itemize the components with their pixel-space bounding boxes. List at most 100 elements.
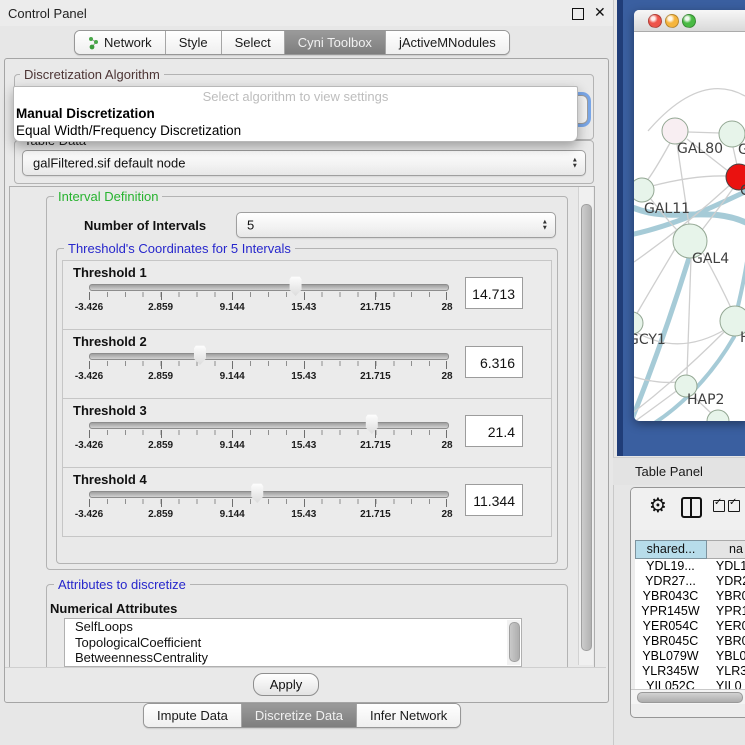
tick-label: 28 (441, 371, 452, 382)
tab-select[interactable]: Select (221, 31, 284, 54)
column-header-name[interactable]: na (707, 540, 745, 559)
cell[interactable]: YER054C (635, 619, 706, 634)
combobox-stepper-icon[interactable]: ▲ ▼ (572, 158, 578, 169)
close-traffic-light[interactable] (648, 14, 662, 28)
node-gcy1[interactable] (634, 312, 643, 334)
node-label-gcy1: GCY1 (634, 332, 666, 348)
table-row[interactable]: YLR345WYLR3 (635, 664, 745, 679)
interval-definition-title: Interval Definition (54, 189, 162, 204)
table-row[interactable]: YBR045CYBR0 (635, 634, 745, 649)
slider-track[interactable] (89, 284, 449, 291)
tab-discretize-data[interactable]: Discretize Data (241, 704, 356, 727)
cell[interactable]: YLR3 (706, 664, 745, 679)
table-data-combobox[interactable]: galFiltered.sif default node ▲ ▼ (22, 150, 586, 176)
tick-label: -3.426 (75, 509, 103, 520)
cell[interactable]: YBL0 (706, 649, 745, 664)
cell[interactable]: YLR345W (635, 664, 706, 679)
column-header-shared-name[interactable]: shared... (635, 540, 707, 559)
list-scrollbar-thumb[interactable] (509, 622, 520, 662)
dropdown-option-equal-width[interactable]: Equal Width/Frequency Discretization (16, 123, 241, 138)
cell[interactable]: YIL052C (635, 679, 706, 689)
node-label-hap2: HAP2 (687, 392, 724, 408)
minimize-traffic-light[interactable] (665, 14, 679, 28)
close-icon[interactable]: ✕ (594, 4, 606, 21)
tab-style[interactable]: Style (165, 31, 221, 54)
node-label-h: H (740, 330, 745, 346)
cell[interactable]: YBR0 (706, 589, 745, 604)
cell[interactable]: YDR2 (706, 574, 745, 589)
threshold-4-value-field[interactable]: 11.344 (465, 484, 523, 516)
vertical-scrollbar[interactable] (578, 187, 593, 665)
cell[interactable]: YDR27... (635, 574, 706, 589)
list-item[interactable]: TopologicalCoefficient (65, 635, 521, 651)
combobox-stepper-icon[interactable]: ▲ ▼ (542, 220, 548, 231)
node-gal11[interactable] (634, 178, 654, 202)
table-header-row: shared... na (635, 540, 745, 559)
cell[interactable]: YPR1 (706, 604, 745, 619)
table-row[interactable]: YDL19...YDL1 (635, 559, 745, 574)
tab-impute-data[interactable]: Impute Data (144, 704, 241, 727)
table-panel-title: Table Panel (635, 464, 703, 479)
checkbox-icon[interactable]: ✓ (713, 500, 725, 512)
tab-network[interactable]: Network (75, 31, 165, 54)
cell[interactable]: YER0 (706, 619, 745, 634)
zoom-traffic-light[interactable] (682, 14, 696, 28)
threshold-3-value-field[interactable]: 21.4 (465, 415, 523, 447)
threshold-4-slider[interactable]: -3.426 2.859 9.144 15.43 21.715 28 (89, 468, 447, 536)
table-row[interactable]: YPR145WYPR1 (635, 604, 745, 619)
control-panel-window: Control Panel ✕ Network Style Select (0, 0, 614, 745)
threshold-2-value-field[interactable]: 6.316 (465, 346, 523, 378)
network-window-titlebar[interactable] (634, 10, 745, 32)
threshold-coordinates-title: Threshold's Coordinates for 5 Intervals (64, 241, 295, 256)
cell[interactable]: YBR043C (635, 589, 706, 604)
vertical-scrollbar-thumb[interactable] (581, 204, 592, 651)
slider-major-ticks (89, 499, 447, 507)
list-item[interactable]: BetweennessCentrality (65, 650, 521, 666)
table-row[interactable]: YER054CYER0 (635, 619, 745, 634)
tab-jactivemodules[interactable]: jActiveMNodules (385, 31, 509, 54)
cell[interactable]: YDL19... (635, 559, 706, 574)
cell[interactable]: YBL079W (635, 649, 706, 664)
column-selector-icon[interactable] (681, 497, 702, 518)
slider-track[interactable] (89, 422, 449, 429)
slider-track[interactable] (89, 491, 449, 498)
dropdown-placeholder-item[interactable]: Select algorithm to view settings (14, 89, 577, 104)
cell[interactable]: YBR0 (706, 634, 745, 649)
network-canvas[interactable]: GAL80 GA GAL11 C GAL4 GCY1 H HAP2 (634, 32, 745, 421)
dropdown-option-manual[interactable]: Manual Discretization (16, 106, 155, 121)
screen: Control Panel ✕ Network Style Select (0, 0, 745, 745)
threshold-1-slider[interactable]: -3.426 2.859 9.144 15.43 21.715 28 (89, 261, 447, 329)
apply-button[interactable]: Apply (253, 673, 319, 696)
threshold-2-slider[interactable]: -3.426 2.859 9.144 15.43 21.715 28 (89, 330, 447, 398)
table-row[interactable]: YDR27...YDR2 (635, 574, 745, 589)
numerical-attributes-list[interactable]: SelfLoops TopologicalCoefficient Between… (64, 618, 522, 667)
horizontal-scrollbar-thumb[interactable] (637, 692, 743, 703)
tick-label: 2.859 (148, 440, 173, 451)
table-row[interactable]: YIL052CYIL0 (635, 679, 745, 689)
tab-infer-network[interactable]: Infer Network (356, 704, 460, 727)
cell[interactable]: YBR045C (635, 634, 706, 649)
threshold-3-slider[interactable]: -3.426 2.859 9.144 15.43 21.715 28 (89, 399, 447, 467)
gear-icon[interactable]: ⚙ (649, 496, 667, 516)
tab-infer-label: Infer Network (370, 708, 447, 723)
slider-track[interactable] (89, 353, 449, 360)
table-row[interactable]: YBL079WYBL0 (635, 649, 745, 664)
network-view-window: GAL80 GA GAL11 C GAL4 GCY1 H HAP2 (634, 10, 745, 421)
threshold-1-value-field[interactable]: 14.713 (465, 277, 523, 309)
tab-cyni-toolbox[interactable]: Cyni Toolbox (284, 31, 385, 54)
horizontal-scrollbar[interactable] (631, 689, 745, 704)
number-of-intervals-combobox[interactable]: 5 ▲ ▼ (236, 212, 556, 238)
cell[interactable]: YIL0 (706, 679, 745, 689)
list-item[interactable]: SelfLoops (65, 619, 521, 635)
float-window-icon[interactable] (572, 8, 584, 20)
stepper-down-icon[interactable]: ▼ (572, 163, 578, 169)
cell[interactable]: YPR145W (635, 604, 706, 619)
checkbox-icon[interactable]: ✓ (728, 500, 740, 512)
table-row[interactable]: YBR043CYBR0 (635, 589, 745, 604)
number-of-intervals-label: Number of Intervals (84, 218, 206, 233)
stepper-down-icon[interactable]: ▼ (542, 225, 548, 231)
list-scrollbar[interactable] (507, 620, 520, 665)
cell[interactable]: YDL1 (706, 559, 745, 574)
tick-label: 9.144 (220, 509, 245, 520)
threshold-3-panel: Threshold 3 -3.426 2.859 9.144 15.43 21.… (62, 398, 552, 468)
